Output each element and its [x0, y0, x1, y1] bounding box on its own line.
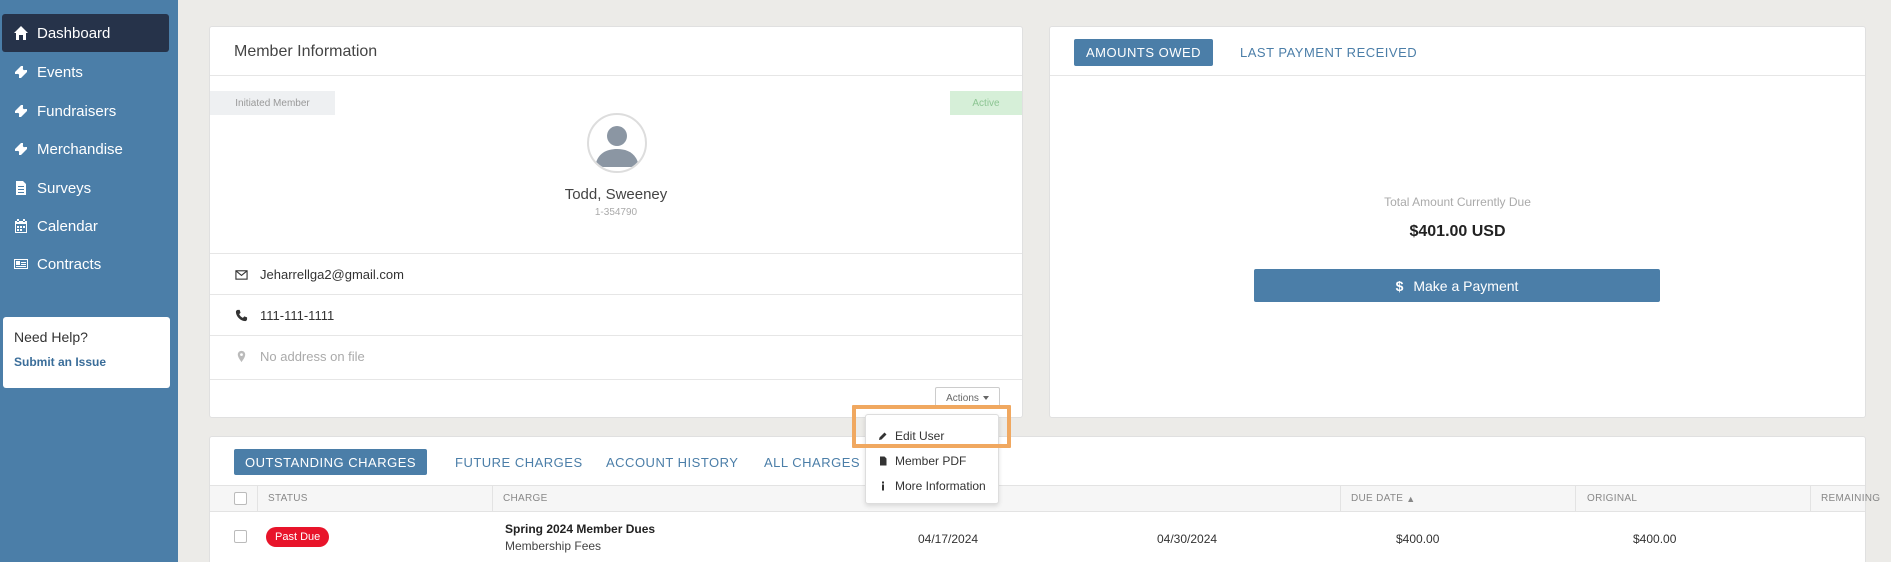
charge-remaining: $400.00	[1633, 532, 1677, 546]
sidebar-item-label: Dashboard	[37, 24, 111, 42]
divider	[210, 379, 1022, 380]
phone-row: 111-111-1111	[210, 294, 1022, 335]
charge-date: 04/17/2024	[918, 532, 979, 546]
actions-label: Actions	[946, 392, 979, 404]
sidebar-item-contracts[interactable]: Contracts	[2, 245, 169, 283]
make-payment-label: Make a Payment	[1413, 277, 1519, 294]
id-card-icon	[12, 256, 30, 272]
tab-amounts-owed[interactable]: AMOUNTS OWED	[1074, 39, 1214, 66]
ticket-icon	[12, 141, 30, 157]
home-icon	[12, 25, 30, 41]
total-due-label: Total Amount Currently Due	[1384, 195, 1531, 209]
sidebar-item-label: Fundraisers	[37, 102, 117, 120]
tab-last-payment-received[interactable]: LAST PAYMENT RECEIVED	[1240, 39, 1417, 66]
sidebar-item-label: Contracts	[37, 255, 102, 273]
sidebar-item-label: Surveys	[37, 179, 92, 197]
sidebar-item-events[interactable]: Events	[2, 53, 169, 91]
sidebar: Dashboard Events Fundraisers Merchandise…	[0, 0, 178, 562]
sidebar-item-calendar[interactable]: Calendar	[2, 207, 169, 245]
sidebar-item-surveys[interactable]: Surveys	[2, 169, 169, 207]
table-header: STATUS CHARGE DUE DATE ▲ ORIGINAL REMAIN…	[210, 485, 1880, 512]
actions-button[interactable]: Actions	[935, 387, 1000, 409]
menu-item-member-pdf[interactable]: Member PDF	[866, 449, 998, 473]
column-charge[interactable]: CHARGE	[503, 486, 548, 511]
menu-item-label: Edit User	[895, 429, 945, 443]
column-divider	[1810, 486, 1811, 511]
column-due-date-label: DUE DATE	[1351, 493, 1404, 504]
member-email: Jeharrellga2@gmail.com	[260, 266, 404, 282]
charge-due-date: 04/30/2024	[1157, 532, 1218, 546]
user-avatar-icon	[595, 126, 639, 167]
tab-all-charges[interactable]: ALL CHARGES	[764, 449, 860, 475]
sidebar-item-label: Events	[37, 63, 83, 81]
ticket-icon	[12, 103, 30, 119]
member-phone: 111-111-1111	[260, 307, 335, 323]
tab-future-charges[interactable]: FUTURE CHARGES	[455, 449, 583, 475]
column-divider	[257, 486, 258, 511]
amounts-card: AMOUNTS OWED LAST PAYMENT RECEIVED Total…	[1049, 26, 1866, 418]
file-icon	[877, 456, 889, 466]
column-original[interactable]: ORIGINAL	[1587, 486, 1637, 511]
total-due-value: $401.00 USD	[1409, 223, 1506, 240]
column-remaining[interactable]: REMAINING	[1821, 486, 1880, 511]
sidebar-item-label: Merchandise	[37, 140, 123, 158]
envelope-icon	[234, 268, 248, 281]
avatar	[587, 113, 647, 173]
sidebar-item-merchandise[interactable]: Merchandise	[2, 130, 169, 168]
ticket-icon	[12, 64, 30, 80]
menu-item-label: Member PDF	[895, 454, 967, 468]
card-title: Member Information	[234, 43, 378, 60]
make-payment-button[interactable]: $ Make a Payment	[1254, 269, 1660, 302]
column-divider	[492, 486, 493, 511]
sort-asc-icon: ▲	[1406, 493, 1416, 504]
actions-dropdown: Edit User Member PDF More Information	[865, 414, 999, 504]
past-due-badge: Past Due	[266, 527, 330, 547]
map-marker-icon	[234, 350, 248, 363]
divider	[210, 75, 1022, 76]
column-divider	[1575, 486, 1576, 511]
menu-item-more-information[interactable]: More Information	[866, 474, 998, 498]
column-due-date[interactable]: DUE DATE ▲	[1351, 486, 1415, 511]
member-id: 1-354790	[594, 207, 638, 218]
phone-icon	[234, 309, 248, 322]
row-checkbox[interactable]	[234, 530, 247, 543]
calendar-icon	[12, 218, 30, 234]
divider	[1050, 75, 1865, 76]
info-icon	[877, 481, 889, 491]
tab-outstanding-charges[interactable]: OUTSTANDING CHARGES	[234, 449, 428, 475]
caret-down-icon	[982, 396, 989, 400]
dollar-icon: $	[1395, 277, 1404, 294]
member-name: Todd, Sweeney	[564, 186, 668, 203]
help-box: Need Help? Submit an Issue	[3, 317, 170, 388]
charges-card: OUTSTANDING CHARGES FUTURE CHARGES ACCOU…	[209, 436, 1880, 562]
member-status-tag: Initiated Member	[210, 91, 335, 115]
address-row: No address on file	[210, 335, 1022, 376]
column-status[interactable]: STATUS	[268, 486, 308, 511]
email-row: Jeharrellga2@gmail.com	[210, 253, 1022, 294]
charge-original: $400.00	[1396, 532, 1440, 546]
submit-issue-link[interactable]: Submit an Issue	[14, 355, 159, 369]
menu-item-edit-user[interactable]: Edit User	[866, 424, 998, 448]
document-icon	[12, 180, 30, 196]
sidebar-item-dashboard[interactable]: Dashboard	[2, 14, 169, 52]
sidebar-item-fundraisers[interactable]: Fundraisers	[2, 92, 169, 130]
sidebar-item-label: Calendar	[37, 217, 98, 235]
charge-category: Membership Fees	[505, 539, 602, 553]
menu-item-label: More Information	[895, 479, 986, 493]
member-address: No address on file	[260, 348, 365, 364]
tab-account-history[interactable]: ACCOUNT HISTORY	[606, 449, 738, 475]
select-all-checkbox[interactable]	[234, 492, 247, 505]
help-title: Need Help?	[14, 329, 88, 345]
column-divider	[1340, 486, 1341, 511]
member-information-card: Member Information Initiated Member Acti…	[209, 26, 1023, 418]
active-tag: Active	[950, 91, 1022, 115]
charge-name: Spring 2024 Member Dues	[505, 522, 656, 536]
pencil-icon	[877, 431, 889, 441]
